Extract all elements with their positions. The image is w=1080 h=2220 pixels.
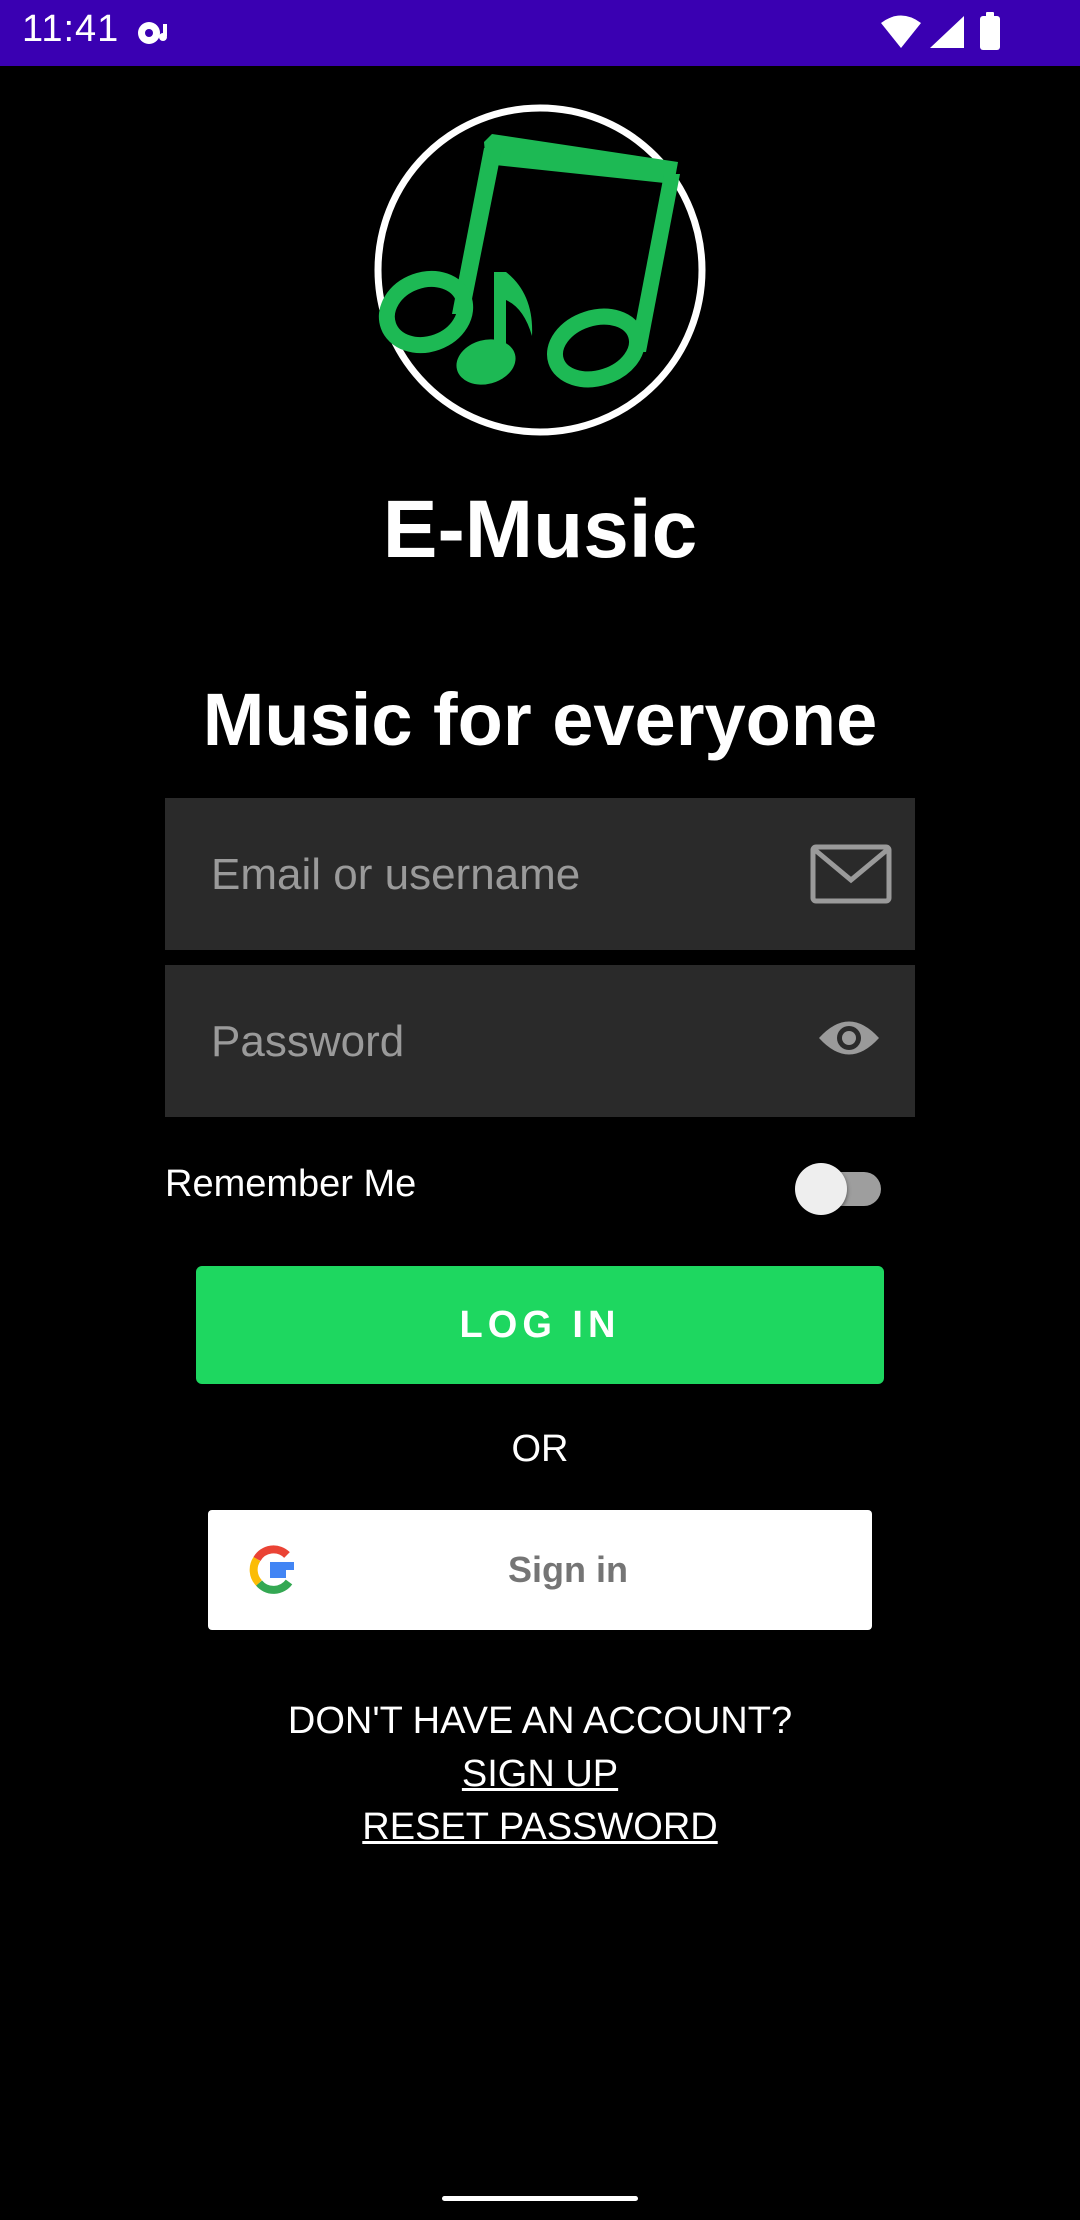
no-account-text: DON'T HAVE AN ACCOUNT? [287, 1700, 793, 1742]
google-sign-in-button[interactable]: Sign in [208, 1510, 872, 1630]
mail-icon [810, 844, 892, 904]
status-time: 11:41 [22, 8, 120, 50]
google-sign-in-label: Sign in [508, 1549, 628, 1590]
wifi-icon [881, 15, 921, 48]
remember-me-label: Remember Me [165, 1163, 417, 1205]
app-title: E-Music [382, 484, 698, 575]
home-indicator[interactable] [442, 2196, 638, 2201]
toggle-thumb [795, 1163, 847, 1215]
or-divider-label: OR [511, 1428, 569, 1470]
sign-up-row: SIGN UP [0, 1753, 1080, 1796]
sign-up-link[interactable]: SIGN UP [462, 1753, 618, 1795]
login-screen: 11:41 E-Music Music for everyone Email o… [0, 0, 1080, 2220]
media-icon [138, 22, 167, 44]
email-input[interactable] [209, 798, 773, 952]
email-field[interactable] [165, 798, 915, 952]
status-bar: 11:41 [0, 0, 1080, 66]
tagline: Music for everyone [202, 678, 878, 761]
signal-icon [930, 16, 964, 48]
music-notes-icon [374, 104, 706, 436]
login-button[interactable]: LOG IN [196, 1266, 884, 1384]
eye-icon[interactable] [817, 1017, 881, 1059]
password-input[interactable] [209, 965, 773, 1119]
reset-password-link[interactable]: RESET PASSWORD [362, 1806, 717, 1848]
password-field[interactable] [165, 965, 915, 1119]
battery-icon [980, 12, 1000, 50]
reset-password-row: RESET PASSWORD [0, 1806, 1080, 1849]
remember-me-toggle[interactable] [795, 1155, 885, 1215]
